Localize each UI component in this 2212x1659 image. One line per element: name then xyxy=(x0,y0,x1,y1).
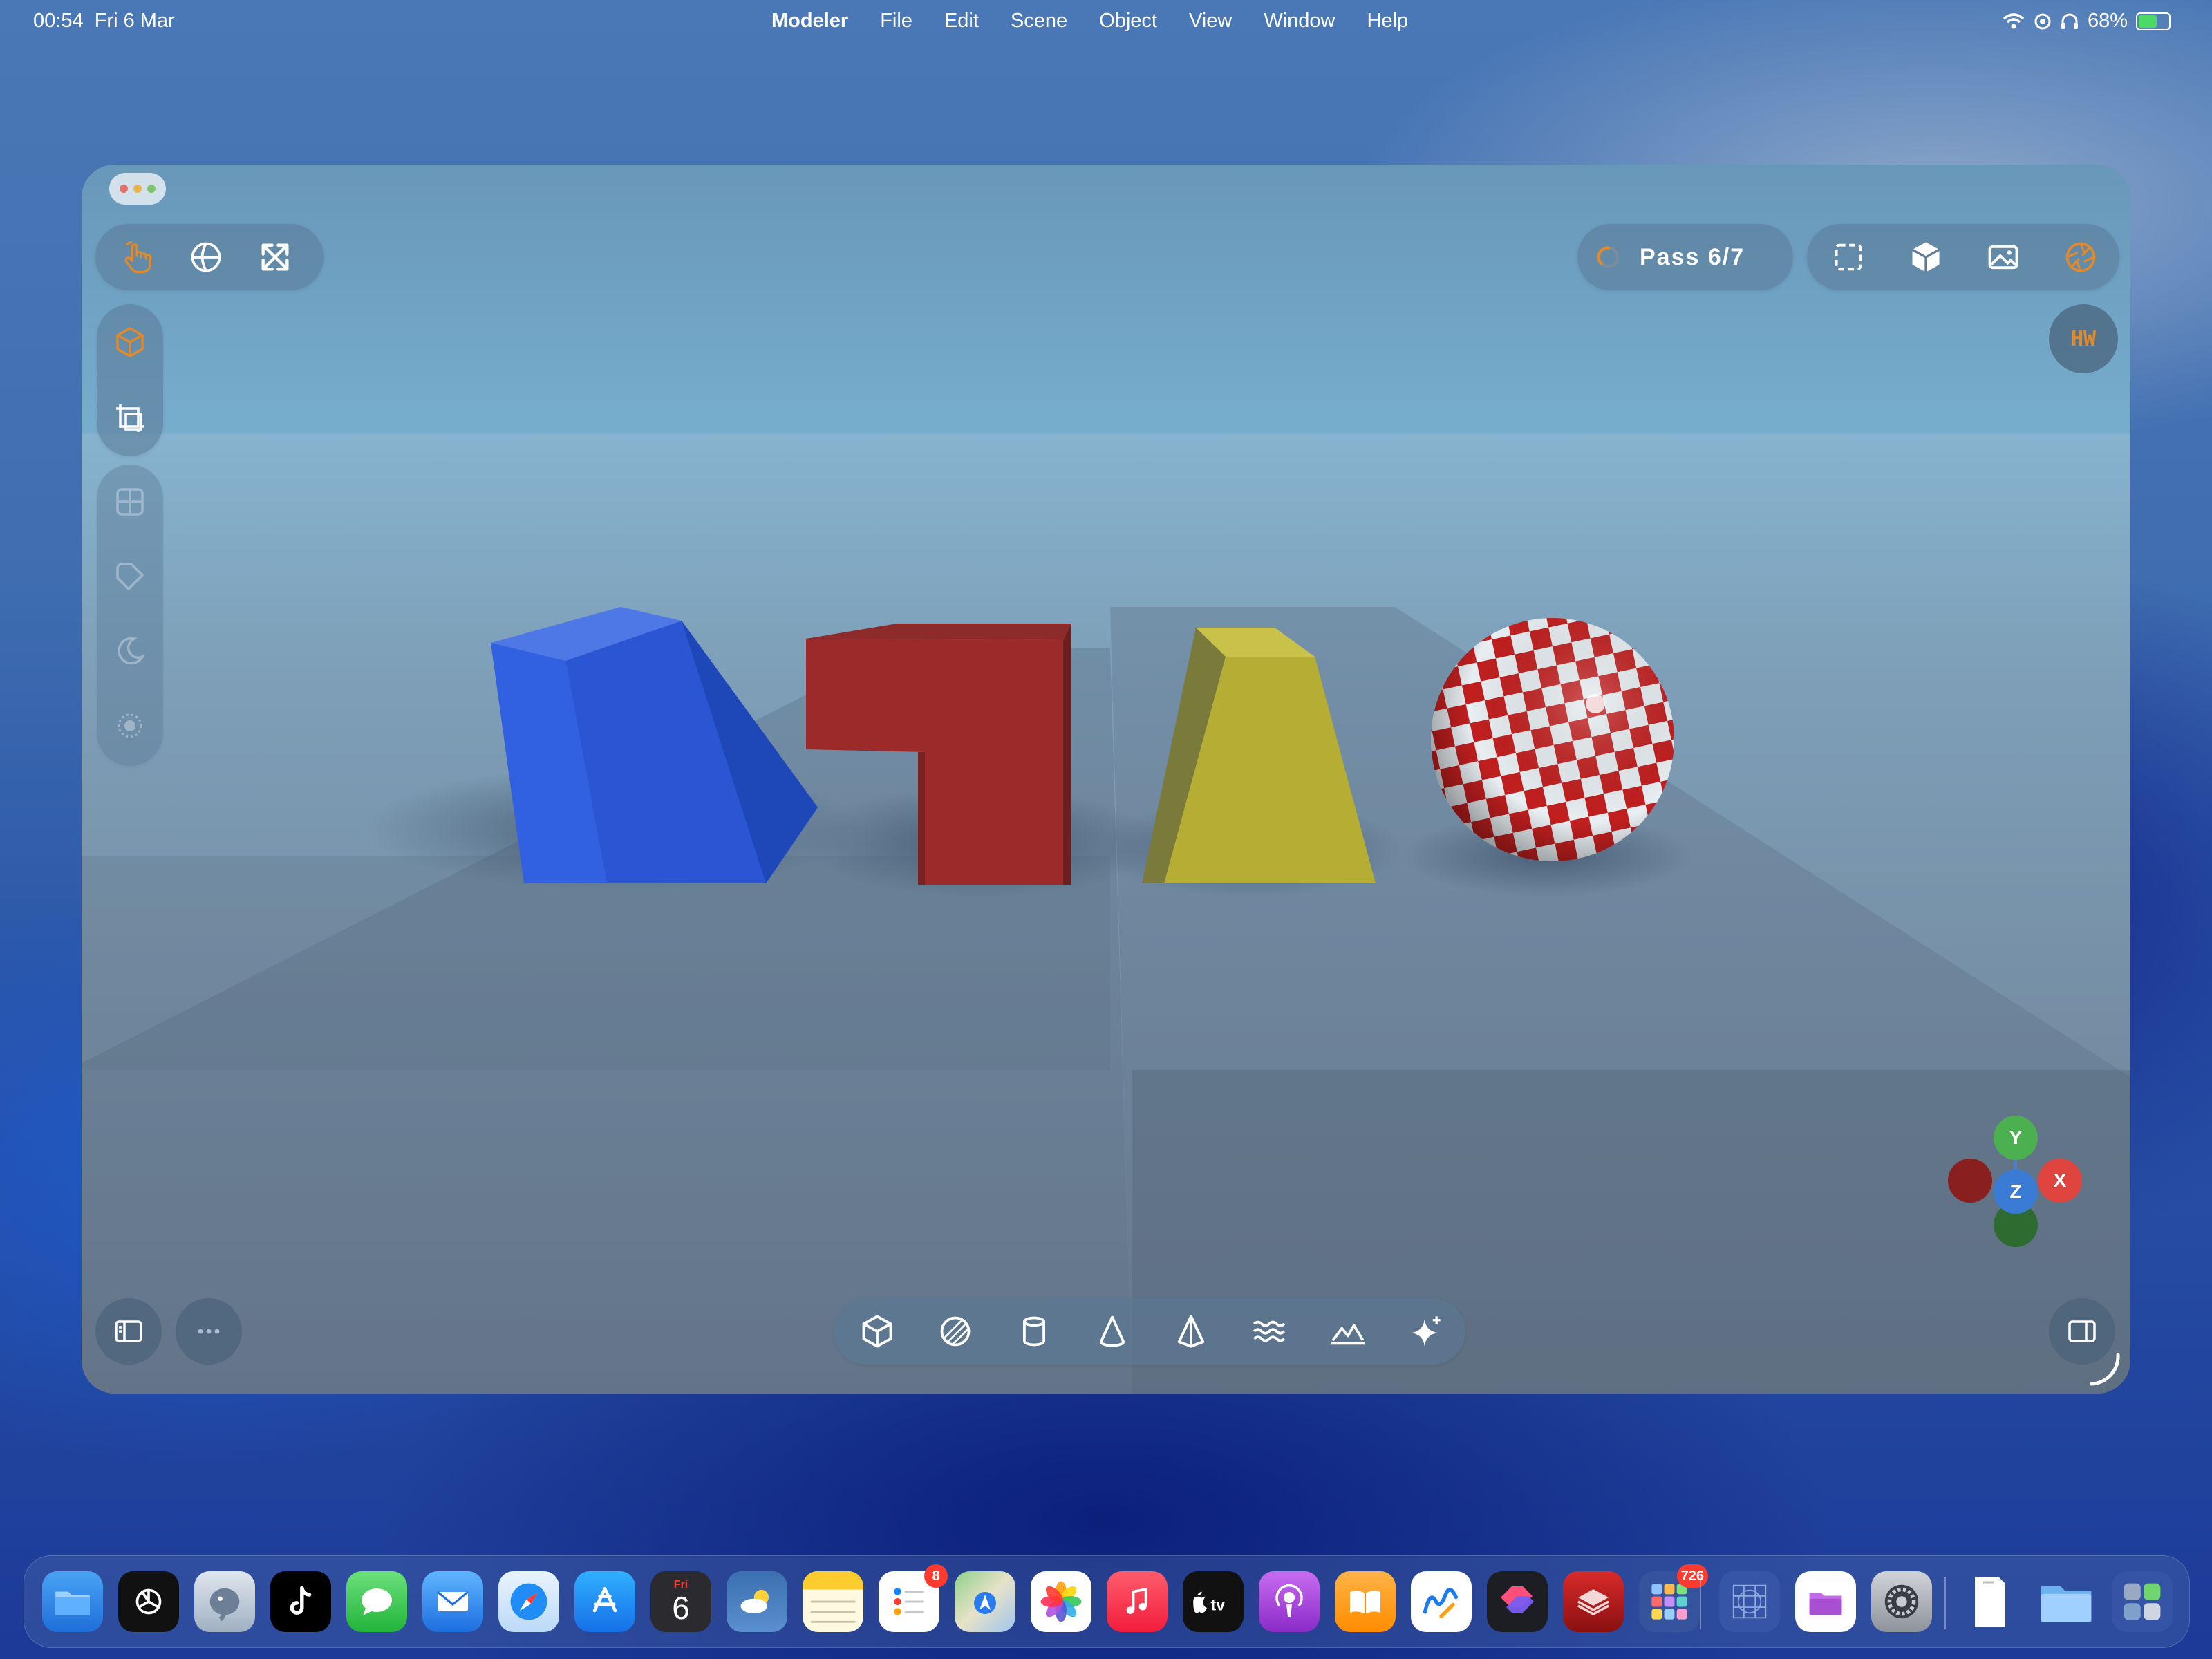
wifi-icon[interactable] xyxy=(2002,12,2025,30)
clock: 00:54 Fri 6 Mar xyxy=(33,10,175,32)
menu-app-name[interactable]: Modeler xyxy=(771,10,848,32)
layers-toolbar xyxy=(97,465,163,766)
object-cube-icon[interactable] xyxy=(97,304,163,380)
dock-tableplus-icon[interactable] xyxy=(194,1571,255,1632)
dock-freeform-icon[interactable] xyxy=(1411,1571,1472,1632)
dock-calendar-icon[interactable]: Fri 6 xyxy=(650,1571,711,1632)
expand-arrows-icon[interactable] xyxy=(241,224,310,290)
add-water-icon[interactable] xyxy=(1230,1298,1309,1365)
dock-chatgpt-icon[interactable] xyxy=(118,1571,179,1632)
sidebar-left-icon xyxy=(115,1320,142,1342)
dock-folder-icon[interactable] xyxy=(1795,1571,1856,1632)
battery-icon[interactable] xyxy=(2136,12,2171,30)
dot-icon[interactable] xyxy=(97,688,163,763)
ellipsis-icon xyxy=(198,1329,220,1334)
cube-solid-icon[interactable] xyxy=(1887,224,1965,290)
menu-file[interactable]: File xyxy=(880,10,912,32)
menu-window[interactable]: Window xyxy=(1264,10,1335,32)
menu-help[interactable]: Help xyxy=(1367,10,1408,32)
dock-reminders-icon[interactable]: 8 xyxy=(879,1564,948,1632)
svg-text:tv: tv xyxy=(1210,1596,1225,1614)
add-pyramid-icon[interactable] xyxy=(1152,1298,1230,1365)
zoom-dot-icon[interactable] xyxy=(147,185,156,193)
render-viewport[interactable] xyxy=(82,165,2130,1394)
menu-edit[interactable]: Edit xyxy=(944,10,979,32)
dock-files-icon[interactable] xyxy=(42,1571,103,1632)
close-dot-icon[interactable] xyxy=(120,185,128,193)
apps-badge: 726 xyxy=(1676,1564,1708,1588)
globe-grid-icon[interactable] xyxy=(171,224,241,290)
dock-separator-2 xyxy=(1944,1577,1946,1629)
add-sparkle-icon[interactable] xyxy=(1387,1298,1466,1365)
hw-badge-button[interactable]: HW xyxy=(2049,304,2118,373)
tag-icon[interactable] xyxy=(97,539,163,614)
dock-appstore-icon[interactable] xyxy=(574,1571,635,1632)
resize-handle-icon[interactable] xyxy=(2086,1352,2121,1387)
dock-apps-folder-icon[interactable]: 726 xyxy=(1639,1564,1708,1632)
menu-object[interactable]: Object xyxy=(1099,10,1157,32)
dock-books-icon[interactable] xyxy=(1335,1571,1396,1632)
dock-maps-icon[interactable] xyxy=(955,1571,1015,1632)
dock-notes-icon[interactable] xyxy=(803,1571,863,1632)
render-toolbar xyxy=(1807,224,2119,290)
axis-x-handle[interactable]: X xyxy=(2038,1159,2082,1203)
menu-scene[interactable]: Scene xyxy=(1011,10,1067,32)
dock-music-icon[interactable] xyxy=(1107,1571,1168,1632)
dock-podcasts-icon[interactable] xyxy=(1259,1571,1320,1632)
transform-icon[interactable] xyxy=(97,380,163,456)
minimize-dot-icon[interactable] xyxy=(133,185,142,193)
navigation-toolbar xyxy=(95,224,324,290)
modeler-window: Pass 6/7 HW Y X Z xyxy=(82,165,2130,1394)
grid-icon[interactable] xyxy=(97,465,163,539)
left-sidebar-toggle[interactable] xyxy=(95,1298,162,1365)
battery-percent: 68% xyxy=(2087,10,2128,32)
selection-rect-icon[interactable] xyxy=(1810,224,1887,290)
dock: Fri 6 8 tv 726 xyxy=(24,1555,2190,1648)
spinner-icon xyxy=(1577,224,1640,290)
window-controls[interactable] xyxy=(109,173,166,205)
dock-tv-icon[interactable]: tv xyxy=(1183,1571,1244,1632)
dock-downloads-folder-icon[interactable] xyxy=(2036,1571,2097,1632)
reminders-badge: 8 xyxy=(924,1564,948,1588)
dock-photos-icon[interactable] xyxy=(1031,1571,1091,1632)
dock-blueprint-icon[interactable] xyxy=(1719,1571,1780,1632)
dock-tiktok-icon[interactable] xyxy=(270,1571,331,1632)
status-area: 68% xyxy=(2002,10,2171,32)
axis-y-handle[interactable]: Y xyxy=(1994,1116,2038,1160)
dock-settings-icon[interactable] xyxy=(1871,1571,1932,1632)
hand-pointer-icon[interactable] xyxy=(102,224,171,290)
dock-modeler-icon[interactable] xyxy=(1563,1571,1624,1632)
dock-shortcuts-icon[interactable] xyxy=(1487,1571,1548,1632)
pass-label: Pass 6/7 xyxy=(1640,243,1745,270)
dock-document-icon[interactable] xyxy=(1960,1571,2021,1632)
add-cube-icon[interactable] xyxy=(838,1298,917,1365)
focus-icon[interactable] xyxy=(2034,12,2052,30)
moon-icon[interactable] xyxy=(97,614,163,688)
menu-view[interactable]: View xyxy=(1189,10,1232,32)
dock-messages-icon[interactable] xyxy=(346,1571,407,1632)
sidebar-right-icon xyxy=(2068,1320,2096,1342)
add-cone-icon[interactable] xyxy=(1074,1298,1152,1365)
more-options-button[interactable] xyxy=(176,1298,242,1365)
add-terrain-icon[interactable] xyxy=(1309,1298,1387,1365)
menu-bar: 00:54 Fri 6 Mar Modeler File Edit Scene … xyxy=(0,0,2212,44)
add-sphere-icon[interactable] xyxy=(917,1298,995,1365)
dock-weather-icon[interactable] xyxy=(727,1571,787,1632)
axis-z-handle[interactable]: Z xyxy=(1994,1170,2038,1214)
dock-separator xyxy=(1700,1577,1701,1629)
dock-safari-icon[interactable] xyxy=(498,1571,559,1632)
aperture-icon[interactable] xyxy=(2042,224,2119,290)
axis-gizmo[interactable]: Y X Z xyxy=(1948,1116,2086,1257)
headphones-icon[interactable] xyxy=(2060,12,2079,30)
mode-toolbar xyxy=(97,304,163,456)
axis-neg-x-handle[interactable] xyxy=(1948,1159,1992,1203)
menu-list: Modeler File Edit Scene Object View Wind… xyxy=(771,10,1408,32)
primitives-toolbar xyxy=(834,1298,1465,1365)
image-icon[interactable] xyxy=(1965,224,2042,290)
add-cylinder-icon[interactable] xyxy=(995,1298,1074,1365)
dock-app-library-icon[interactable] xyxy=(2112,1571,2173,1632)
dock-mail-icon[interactable] xyxy=(422,1571,483,1632)
render-progress: Pass 6/7 xyxy=(1577,224,1793,290)
